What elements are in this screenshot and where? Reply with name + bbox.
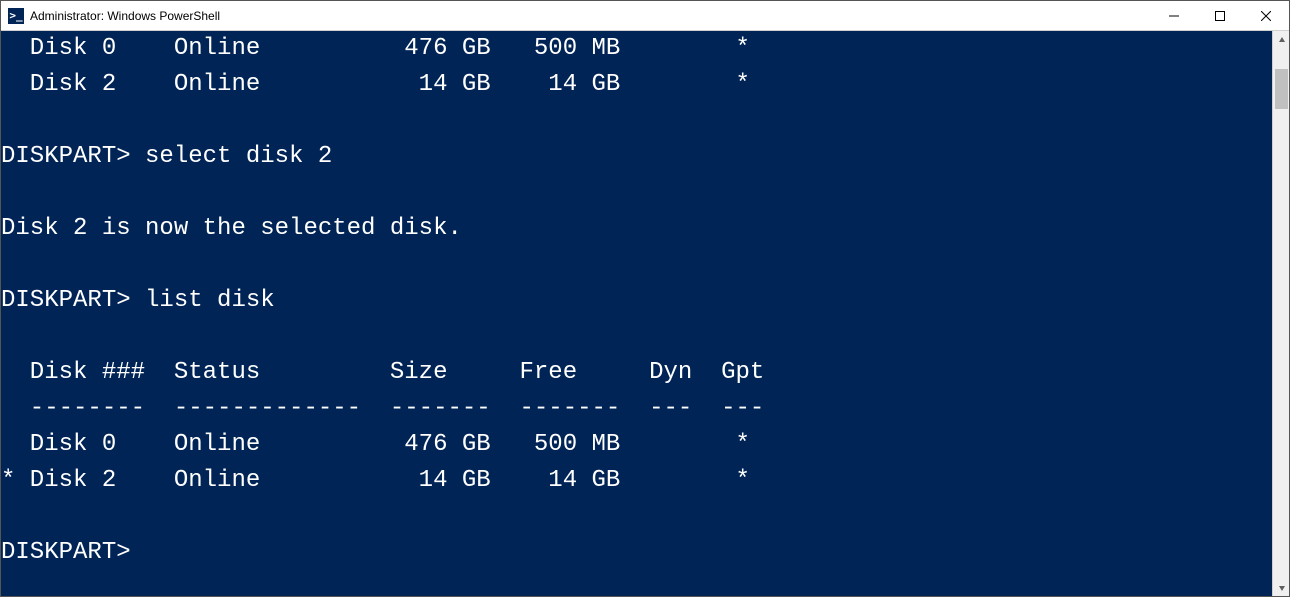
scroll-up-arrow[interactable] xyxy=(1273,31,1290,48)
titlebar[interactable]: >_ Administrator: Windows PowerShell xyxy=(1,1,1289,31)
scroll-thumb[interactable] xyxy=(1275,69,1288,109)
vertical-scrollbar[interactable] xyxy=(1272,31,1289,596)
powershell-icon: >_ xyxy=(8,8,24,24)
window-title: Administrator: Windows PowerShell xyxy=(30,9,220,23)
close-button[interactable] xyxy=(1243,1,1289,31)
scroll-down-arrow[interactable] xyxy=(1273,579,1290,596)
maximize-button[interactable] xyxy=(1197,1,1243,31)
terminal-output[interactable]: Disk 0 Online 476 GB 500 MB * Disk 2 Onl… xyxy=(1,31,1272,596)
minimize-button[interactable] xyxy=(1151,1,1197,31)
